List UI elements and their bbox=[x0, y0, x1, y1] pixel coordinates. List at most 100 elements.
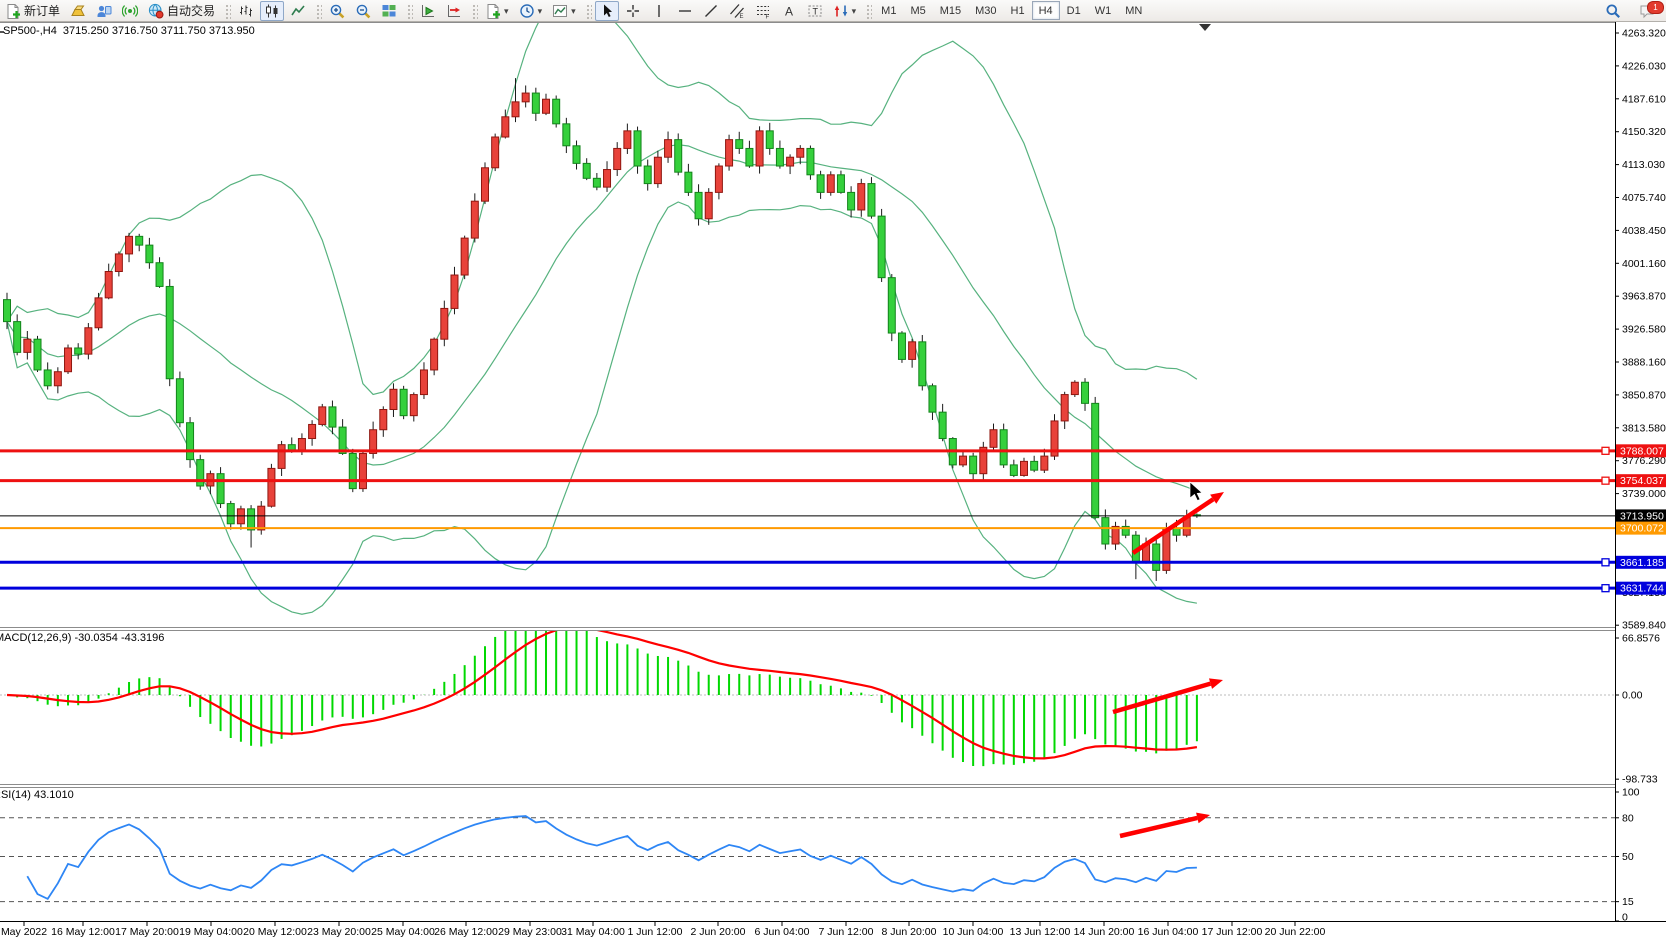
macd-tick-label: -98.733 bbox=[1622, 774, 1658, 786]
dropdown-caret-icon[interactable]: ▾ bbox=[571, 3, 576, 19]
gold-bar-button[interactable] bbox=[66, 1, 90, 21]
candle-bearish bbox=[248, 509, 255, 530]
candle-bearish bbox=[400, 389, 407, 415]
candle-bearish bbox=[583, 163, 590, 178]
tile-windows-button[interactable] bbox=[377, 1, 401, 21]
rsi-label: RSI(14) 43.1010 bbox=[0, 789, 74, 801]
toolbar-grip bbox=[585, 3, 592, 19]
virtual-hosting-button[interactable] bbox=[92, 1, 116, 21]
candle-bearish bbox=[146, 245, 153, 263]
line-handle[interactable] bbox=[1602, 559, 1609, 566]
templates-button[interactable]: ▾ bbox=[548, 1, 580, 21]
candle-bearish bbox=[1153, 544, 1160, 570]
notifications-button[interactable]: 1 bbox=[1635, 1, 1659, 21]
bar-chart-button[interactable] bbox=[234, 1, 258, 21]
candle-bearish bbox=[34, 339, 41, 370]
timeframe-button-m1[interactable]: M1 bbox=[874, 1, 903, 20]
rsi-tick-label: 50 bbox=[1622, 851, 1634, 863]
candle-bullish bbox=[512, 102, 519, 117]
candle-bullish bbox=[481, 168, 488, 201]
crosshair-button[interactable] bbox=[621, 1, 645, 21]
timeframe-button-mn[interactable]: MN bbox=[1118, 1, 1149, 20]
candle-bearish bbox=[4, 300, 11, 322]
timeframe-button-w1[interactable]: W1 bbox=[1088, 1, 1119, 20]
horizontal-line-button[interactable] bbox=[673, 1, 697, 21]
chart-shift-button[interactable] bbox=[442, 1, 466, 21]
globe-icon bbox=[148, 3, 164, 19]
candle-bearish bbox=[898, 333, 905, 359]
candlestick-chart-button[interactable] bbox=[260, 1, 284, 21]
trend-arrow-rsi[interactable] bbox=[1120, 813, 1210, 836]
price-tick-label: 4226.030 bbox=[1622, 60, 1666, 72]
price-badge-label: 3713.950 bbox=[1620, 510, 1664, 522]
candle-bullish bbox=[126, 236, 133, 254]
candle-bullish bbox=[715, 166, 722, 192]
text-label-button[interactable]: T bbox=[803, 1, 827, 21]
time-axis[interactable]: May 202216 May 12:0017 May 20:0019 May 0… bbox=[1, 921, 1326, 938]
hline-icon bbox=[677, 3, 693, 19]
candle-bearish bbox=[14, 322, 21, 353]
vertical-line-button[interactable] bbox=[647, 1, 671, 21]
price-axis[interactable]: 4263.3204226.0304187.6104150.3204113.030… bbox=[1615, 28, 1666, 924]
indicators-button[interactable]: ▾ bbox=[481, 1, 513, 21]
auto-scroll-button[interactable] bbox=[416, 1, 440, 21]
chart-window: 4263.3204226.0304187.6104150.3204113.030… bbox=[0, 22, 1666, 940]
dropdown-caret-icon[interactable]: ▾ bbox=[504, 3, 509, 19]
dropdown-caret-icon[interactable]: ▾ bbox=[852, 3, 857, 19]
trendline-icon bbox=[703, 3, 719, 19]
candle-bearish bbox=[563, 124, 570, 146]
zoom-out-button[interactable] bbox=[351, 1, 375, 21]
price-tick-label: 3739.000 bbox=[1622, 488, 1666, 500]
zoom-in-button[interactable] bbox=[325, 1, 349, 21]
new-order-button[interactable]: 新订单 bbox=[1, 1, 64, 21]
candle-bearish bbox=[868, 184, 875, 217]
candle-bearish bbox=[1092, 403, 1099, 517]
candle-bullish bbox=[1041, 456, 1048, 470]
toolbar-group: 新订单 自动交易 bbox=[0, 0, 220, 21]
equidistant-channel-button[interactable]: E bbox=[725, 1, 749, 21]
svg-text:T: T bbox=[812, 6, 818, 16]
arrow-objects-button[interactable]: ▾ bbox=[829, 1, 861, 21]
timeframe-button-m30[interactable]: M30 bbox=[968, 1, 1003, 20]
line-chart-button[interactable] bbox=[286, 1, 310, 21]
time-tick-label: May 2022 bbox=[1, 926, 47, 938]
candle-bullish bbox=[909, 342, 916, 360]
line-handle[interactable] bbox=[1602, 585, 1609, 592]
candle-bullish bbox=[431, 339, 438, 370]
periods-button[interactable]: ▾ bbox=[515, 1, 547, 21]
line-handle[interactable] bbox=[1602, 477, 1609, 484]
time-tick-label: 16 May 12:00 bbox=[51, 926, 115, 938]
candle-bearish bbox=[807, 148, 814, 174]
fibonacci-button[interactable]: F bbox=[751, 1, 775, 21]
cursor-button[interactable] bbox=[595, 1, 619, 21]
dropdown-caret-icon[interactable]: ▾ bbox=[538, 3, 543, 19]
time-tick-label: 26 May 12:00 bbox=[434, 926, 498, 938]
candle-bullish bbox=[258, 506, 265, 530]
timeframe-button-d1[interactable]: D1 bbox=[1060, 1, 1088, 20]
candle-bullish bbox=[95, 298, 102, 328]
toolbar-grip bbox=[315, 3, 322, 19]
price-badge-label: 3700.072 bbox=[1620, 523, 1664, 535]
timeframe-button-h4[interactable]: H4 bbox=[1032, 1, 1060, 20]
autotrading-button[interactable]: 自动交易 bbox=[144, 1, 219, 21]
toolbar-right: 1 bbox=[1600, 0, 1660, 21]
macd-label: MACD(12,26,9) -30.0354 -43.3196 bbox=[0, 632, 164, 644]
timeframe-button-h1[interactable]: H1 bbox=[1004, 1, 1032, 20]
trendline-button[interactable] bbox=[699, 1, 723, 21]
signals-button[interactable] bbox=[118, 1, 142, 21]
candle-bullish bbox=[665, 140, 672, 158]
text-button[interactable]: A bbox=[777, 1, 801, 21]
search-button[interactable] bbox=[1601, 1, 1625, 21]
time-tick-label: 17 May 20:00 bbox=[115, 926, 179, 938]
price-badge-label: 3661.185 bbox=[1620, 557, 1664, 569]
timeframe-button-m15[interactable]: M15 bbox=[933, 1, 968, 20]
timeframe-button-m5[interactable]: M5 bbox=[903, 1, 932, 20]
chart-shift-marker[interactable] bbox=[1199, 24, 1211, 31]
price-tick-label: 3963.870 bbox=[1622, 291, 1666, 303]
candle-bearish bbox=[1010, 465, 1017, 476]
candle-bearish bbox=[1031, 461, 1038, 470]
trend-arrow-main[interactable] bbox=[1133, 492, 1224, 553]
tile-windows-icon bbox=[381, 3, 397, 19]
price-tick-label: 4187.610 bbox=[1622, 93, 1666, 105]
line-handle[interactable] bbox=[1602, 447, 1609, 454]
